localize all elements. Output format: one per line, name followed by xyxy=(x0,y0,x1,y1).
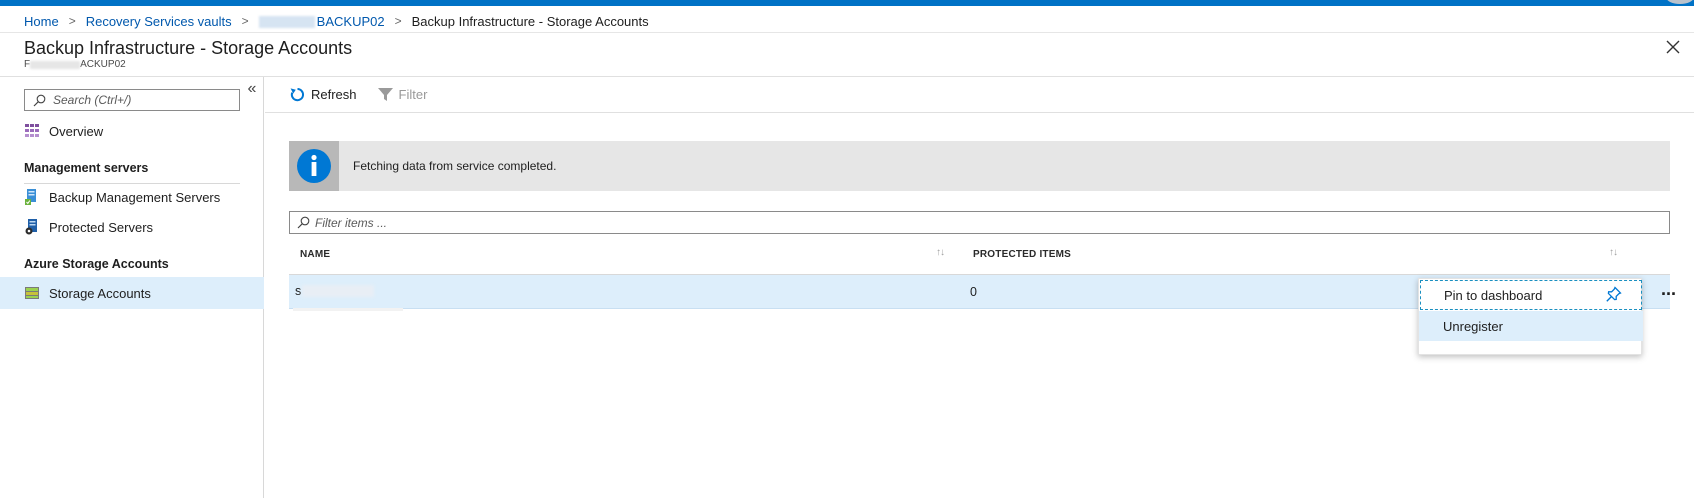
chevron-right-icon: > xyxy=(394,14,402,28)
table-filter[interactable] xyxy=(289,211,1670,234)
filter-button[interactable]: Filter xyxy=(377,86,428,103)
more-actions-button[interactable]: ... xyxy=(1661,280,1676,298)
breadcrumb-vault-label: BACKUP02 xyxy=(316,13,385,29)
server-icon xyxy=(24,189,40,205)
sidebar-item-label: Storage Accounts xyxy=(49,285,151,301)
pin-icon xyxy=(1606,286,1622,302)
close-button[interactable] xyxy=(1662,36,1684,58)
info-icon-wrap xyxy=(289,141,339,191)
portal-top-bar xyxy=(0,0,1694,6)
info-banner: Fetching data from service completed. xyxy=(289,141,1670,191)
refresh-button[interactable]: Refresh xyxy=(289,86,357,103)
sidebar-item-label: Backup Management Servers xyxy=(49,189,221,205)
storage-account-icon xyxy=(24,285,40,301)
redacted-text xyxy=(30,60,81,69)
breadcrumb: Home > Recovery Services vaults > BACKUP… xyxy=(24,12,649,30)
sidebar-item-label: Protected Servers xyxy=(49,219,154,235)
breadcrumb-home[interactable]: Home xyxy=(24,14,59,29)
sort-icon[interactable]: ↑↓ xyxy=(936,247,945,258)
info-message: Fetching data from service completed. xyxy=(353,159,557,173)
menu-item-unregister[interactable]: Unregister xyxy=(1419,311,1643,341)
collapse-sidebar-button[interactable]: « xyxy=(244,81,260,97)
breadcrumb-vaults[interactable]: Recovery Services vaults xyxy=(86,14,232,29)
breadcrumb-current: Backup Infrastructure - Storage Accounts xyxy=(411,13,649,29)
chevron-right-icon: > xyxy=(241,14,249,28)
menu-item-label: Unregister xyxy=(1443,318,1503,334)
toolbar: Refresh Filter xyxy=(265,77,1694,113)
sidebar-item-protected-servers[interactable]: Protected Servers xyxy=(0,211,264,243)
sidebar: « Overview Management servers Backup Man… xyxy=(0,77,264,498)
filter-label: Filter xyxy=(398,87,428,102)
column-header-name[interactable]: NAME xyxy=(300,249,330,260)
overview-icon xyxy=(24,123,40,139)
sort-icon[interactable]: ↑↓ xyxy=(1609,247,1618,258)
refresh-icon xyxy=(290,88,304,102)
filter-icon xyxy=(377,88,393,101)
filter-items-input[interactable] xyxy=(315,215,1655,230)
search-icon xyxy=(297,216,310,229)
context-menu: Pin to dashboard Unregister xyxy=(1418,278,1643,355)
cell-protected-items: 0 xyxy=(970,285,977,299)
redacted-text xyxy=(293,308,403,311)
sidebar-item-label: Overview xyxy=(49,123,104,139)
protected-server-icon xyxy=(24,219,40,235)
cell-name: s xyxy=(295,284,375,298)
sidebar-item-storage-accounts[interactable]: Storage Accounts xyxy=(0,277,264,309)
search-input[interactable] xyxy=(53,93,233,107)
subtitle-suffix: ACKUP02 xyxy=(80,59,126,70)
info-icon xyxy=(297,149,331,183)
chevron-right-icon: > xyxy=(68,14,76,28)
breadcrumb-vault[interactable]: BACKUP02 xyxy=(258,13,385,29)
search-icon xyxy=(33,94,46,106)
page-title: Backup Infrastructure - Storage Accounts xyxy=(24,38,353,58)
divider xyxy=(0,32,1694,33)
storage-account-name: s xyxy=(295,284,302,298)
refresh-label: Refresh xyxy=(311,87,357,102)
column-header-protected-items[interactable]: PROTECTED ITEMS xyxy=(973,249,1071,260)
redacted-text xyxy=(258,16,315,29)
menu-item-pin-to-dashboard[interactable]: Pin to dashboard xyxy=(1420,280,1642,310)
close-icon xyxy=(1666,40,1680,54)
sidebar-item-overview[interactable]: Overview xyxy=(0,115,264,147)
redacted-text xyxy=(302,285,375,297)
page-subtitle: F ACKUP02 xyxy=(24,59,126,70)
sidebar-search[interactable] xyxy=(24,89,240,111)
sidebar-item-backup-management-servers[interactable]: Backup Management Servers xyxy=(0,181,264,213)
menu-item-label: Pin to dashboard xyxy=(1444,287,1543,303)
